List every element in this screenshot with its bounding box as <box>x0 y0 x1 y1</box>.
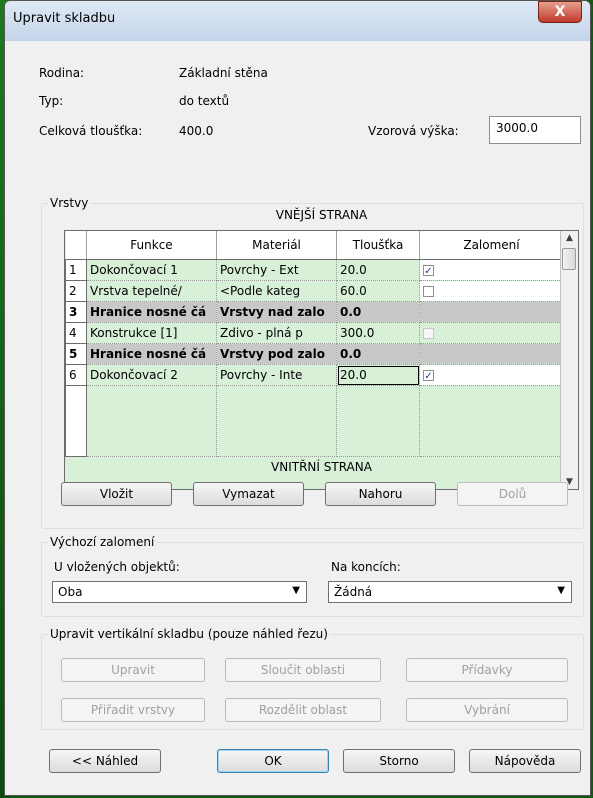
row-number: 2 <box>65 280 87 302</box>
table-empty-row <box>65 385 564 457</box>
at-inserts-selected: Oba <box>58 585 83 599</box>
scroll-up-arrow-icon[interactable]: ▲ <box>561 233 578 243</box>
column-header-wrap: Zalomení <box>419 231 564 260</box>
interior-side-label: VNITŘNÍ STRANA <box>271 460 372 474</box>
row-number: 1 <box>65 259 87 281</box>
default-wrap-group: Výchozí zalomení <box>41 535 584 617</box>
row-number: 3 <box>65 301 87 323</box>
delete-button[interactable]: Vymazat <box>193 482 304 506</box>
at-inserts-label: U vložených objektů: <box>54 560 180 574</box>
row-number-empty <box>65 385 87 457</box>
material-cell[interactable]: <Podle kateg <box>216 280 337 302</box>
thickness-cell[interactable]: 60.0 <box>336 280 420 302</box>
help-button[interactable]: Nápověda <box>469 749 581 773</box>
wrap-checkbox-disabled <box>423 328 434 339</box>
material-cell[interactable]: Zdivo - plná p <box>216 322 337 344</box>
cancel-button[interactable]: Storno <box>343 749 455 773</box>
wrap-cell <box>419 322 564 344</box>
table-row[interactable]: 4 Konstrukce [1] Zdivo - plná p 300.0 <box>65 322 564 344</box>
wrap-checkbox[interactable] <box>423 286 434 297</box>
row-number: 6 <box>65 364 87 386</box>
modify-button: Upravit <box>61 658 205 682</box>
material-cell[interactable]: Vrstvy nad zalo <box>216 301 337 323</box>
exterior-side-label: VNĚJŠÍ STRANA <box>275 208 368 222</box>
table-row-core-boundary[interactable]: 3 Hranice nosné čá Vrstvy nad zalo 0.0 <box>65 301 564 323</box>
sample-height-input[interactable]: 3000.0 <box>489 116 581 144</box>
wrap-cell[interactable]: ✓ <box>419 364 564 386</box>
preview-button[interactable]: << Náhled <box>49 749 161 773</box>
thickness-cell-selected[interactable]: 20.0 <box>336 364 420 386</box>
material-cell[interactable]: Vrstvy pod zalo <box>216 343 337 365</box>
thickness-cell[interactable]: 300.0 <box>336 322 420 344</box>
move-up-button[interactable]: Nahoru <box>325 482 436 506</box>
dialog-title: Upravit skladbu <box>13 11 116 26</box>
empty-cell <box>419 385 564 457</box>
table-header-row: Funkce Materiál Tloušťka Zalomení <box>65 231 564 260</box>
family-value: Základní stěna <box>179 66 268 80</box>
default-wrap-group-label: Výchozí zalomení <box>48 535 157 549</box>
vertical-scrollbar[interactable]: ▲ ▼ <box>560 231 578 489</box>
wrap-cell <box>419 301 564 323</box>
function-cell[interactable]: Hranice nosné čá <box>86 343 217 365</box>
vertical-structure-group-label: Upravit vertikální skladbu (pouze náhled… <box>48 627 330 641</box>
function-cell[interactable]: Hranice nosné čá <box>86 301 217 323</box>
sweeps-button: Přídavky <box>406 658 568 682</box>
ok-button[interactable]: OK <box>217 749 329 773</box>
title-bar: Upravit skladbu X <box>5 1 590 41</box>
empty-cell <box>216 385 337 457</box>
table-row[interactable]: 2 Vrstva tepelné/ <Podle kateg 60.0 <box>65 280 564 302</box>
scroll-thumb[interactable] <box>562 248 576 270</box>
wrap-checkbox[interactable]: ✓ <box>423 370 434 382</box>
move-down-button: Dolů <box>457 482 568 506</box>
column-header-thickness: Tloušťka <box>336 231 420 260</box>
material-cell[interactable]: Povrchy - Inte <box>216 364 337 386</box>
table-row[interactable]: 6 Dokončovací 2 Povrchy - Inte 20.0 ✓ <box>65 364 564 386</box>
function-cell[interactable]: Vrstva tepelné/ <box>86 280 217 302</box>
thickness-cell[interactable]: 0.0 <box>336 343 420 365</box>
table-row[interactable]: 1 Dokončovací 1 Povrchy - Ext 20.0 ✓ <box>65 259 564 281</box>
wrap-checkbox[interactable]: ✓ <box>423 265 434 277</box>
at-ends-selected: Žádná <box>334 585 373 599</box>
at-inserts-select[interactable]: Oba ▼ <box>52 581 307 603</box>
at-ends-label: Na koncích: <box>331 560 401 574</box>
row-number: 5 <box>65 343 87 365</box>
thickness-cell[interactable]: 20.0 <box>336 259 420 281</box>
function-cell[interactable]: Konstrukce [1] <box>86 322 217 344</box>
chevron-down-icon: ▼ <box>557 585 565 596</box>
function-cell[interactable]: Dokončovací 2 <box>86 364 217 386</box>
type-value: do textů <box>179 94 230 108</box>
assign-layers-button: Přiřadit vrstvy <box>61 698 205 722</box>
material-cell[interactable]: Povrchy - Ext <box>216 259 337 281</box>
layers-table-grid: Funkce Materiál Tloušťka Zalomení 1 Doko… <box>65 231 564 457</box>
table-row-core-boundary[interactable]: 5 Hranice nosné čá Vrstvy pod zalo 0.0 <box>65 343 564 365</box>
insert-button[interactable]: Vložit <box>61 482 172 506</box>
thickness-cell[interactable]: 0.0 <box>336 301 420 323</box>
split-region-button: Rozdělit oblast <box>225 698 381 722</box>
row-number: 4 <box>65 322 87 344</box>
dialog-client-area: Rodina: Základní stěna Typ: do textů Cel… <box>13 41 584 789</box>
edit-assembly-dialog: Upravit skladbu X Rodina: Základní stěna… <box>4 0 591 796</box>
column-header-number <box>65 231 87 260</box>
sample-height-label: Vzorová výška: <box>368 124 459 138</box>
family-label: Rodina: <box>39 66 85 80</box>
close-button[interactable]: X <box>538 1 582 23</box>
wrap-cell[interactable]: ✓ <box>419 259 564 281</box>
at-ends-select[interactable]: Žádná ▼ <box>328 581 572 603</box>
column-header-function: Funkce <box>86 231 217 260</box>
type-label: Typ: <box>39 94 64 108</box>
function-cell[interactable]: Dokončovací 1 <box>86 259 217 281</box>
layers-table: Funkce Materiál Tloušťka Zalomení 1 Doko… <box>64 230 579 490</box>
chevron-down-icon: ▼ <box>292 585 300 596</box>
total-thickness-value: 400.0 <box>179 124 214 138</box>
merge-regions-button: Sloučit oblasti <box>225 658 381 682</box>
reveals-button: Vybrání <box>406 698 568 722</box>
wrap-cell[interactable] <box>419 280 564 302</box>
wrap-cell <box>419 343 564 365</box>
column-header-material: Materiál <box>216 231 337 260</box>
empty-cell <box>86 385 217 457</box>
empty-cell <box>336 385 420 457</box>
total-thickness-label: Celková tloušťka: <box>39 124 143 138</box>
